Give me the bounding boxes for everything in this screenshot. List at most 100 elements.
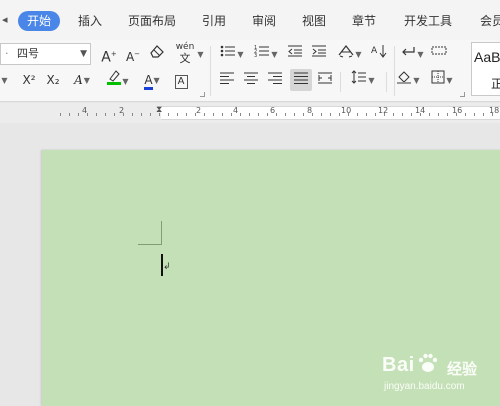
highlighter-icon	[107, 70, 122, 85]
char-shading-label: A	[174, 75, 188, 89]
tab-insert[interactable]: 插入	[78, 11, 102, 31]
ruler-tick	[114, 113, 115, 116]
baidu-logo: Bai	[382, 354, 415, 376]
show-hide-marks-button[interactable]: ▼	[398, 43, 426, 65]
paragraph-mark-icon	[402, 47, 416, 56]
align-right-button[interactable]	[266, 69, 284, 91]
svg-text:3: 3	[254, 53, 257, 58]
horizontal-ruler[interactable]: ⧗ 4 2 2 4 6 8 10 12 14 16 18	[0, 103, 500, 123]
divider	[386, 72, 387, 92]
tab-view[interactable]: 视图	[302, 11, 326, 31]
text-effect-label: A	[74, 73, 83, 87]
chevron-down-icon[interactable]: ▼	[80, 44, 87, 64]
indent-icon	[312, 45, 326, 57]
ruler-tick	[393, 113, 394, 116]
ruler-tick	[186, 113, 187, 116]
numbered-list-icon: 123	[254, 45, 270, 59]
ruler-number: 10	[341, 106, 352, 115]
ruler-tick	[330, 113, 331, 116]
font-size-value: 四号	[17, 47, 39, 60]
tab-review[interactable]: 审阅	[252, 11, 276, 31]
grow-font-button[interactable]: A+	[100, 43, 118, 66]
ruler-tick	[303, 113, 304, 116]
bullet-list-icon	[221, 45, 236, 57]
tab-references[interactable]: 引用	[202, 11, 226, 31]
ruler-tick	[411, 113, 412, 116]
ruler-tick	[159, 113, 160, 116]
align-center-icon	[244, 72, 258, 84]
align-left-button[interactable]	[218, 69, 236, 91]
superscript-button[interactable]: X²	[20, 69, 38, 91]
chevron-down-icon: ▼	[197, 49, 204, 59]
line-spacing-button[interactable]: ▼	[348, 69, 378, 91]
tab-developer-tools[interactable]: 开发工具	[404, 11, 452, 31]
borders-icon	[431, 70, 445, 84]
font-size-select[interactable]: · 四号 ▼	[0, 43, 91, 65]
style-gallery[interactable]: AaB 正	[471, 42, 500, 96]
justify-icon	[294, 72, 308, 84]
paragraph-dialog-launcher-icon[interactable]	[460, 92, 465, 97]
mouse-ibeam-icon: ↲	[163, 262, 171, 272]
subscript-button[interactable]: X₂	[44, 69, 62, 91]
font-size-divider: ·	[5, 47, 9, 60]
ruler-number: 16	[452, 106, 463, 115]
increase-indent-button[interactable]	[310, 43, 328, 65]
text-effect-button[interactable]: A▼	[68, 69, 96, 91]
ruler-tick	[402, 113, 403, 116]
ruler-tick	[222, 113, 223, 116]
watermark-brand: 经验	[447, 360, 478, 378]
clear-format-button[interactable]	[148, 43, 166, 65]
eraser-icon	[150, 45, 164, 58]
font-color-button[interactable]: A▼	[138, 69, 166, 91]
distributed-icon	[318, 72, 332, 84]
ruler-tick	[78, 113, 79, 116]
highlight-color-button[interactable]: ▼	[104, 69, 132, 91]
ruler-tabs-icon	[431, 46, 447, 55]
bullet-list-button[interactable]: ▼	[218, 43, 246, 65]
ruler-tick	[339, 113, 340, 116]
ruler-number: 6	[270, 106, 276, 115]
ruler-tick	[168, 113, 169, 116]
char-shading-button[interactable]: A	[172, 69, 190, 91]
borders-button[interactable]: ▼	[428, 69, 456, 91]
tab-member[interactable]: 会员	[480, 11, 500, 31]
decrease-indent-button[interactable]	[286, 43, 304, 65]
tab-page-layout[interactable]: 页面布局	[128, 11, 176, 31]
align-left-icon	[220, 72, 234, 84]
ruler-number: 4	[233, 106, 239, 115]
distributed-align-button[interactable]	[316, 69, 334, 91]
ruler-tick	[375, 113, 376, 116]
ruler-tick	[276, 113, 277, 116]
pinyin-dropdown[interactable]: ▼	[196, 43, 204, 65]
tab-chapter[interactable]: 章节	[352, 11, 376, 31]
align-center-button[interactable]	[242, 69, 260, 91]
table-tools-button[interactable]	[430, 43, 448, 65]
ruler-tick	[447, 113, 448, 116]
menu-scroll-left-icon[interactable]: ◂	[2, 13, 8, 26]
ruler-tick	[150, 113, 151, 116]
chinese-layout-button[interactable]: ▼	[336, 43, 364, 65]
sort-button[interactable]: A	[370, 43, 388, 65]
bold-dropdown[interactable]: ▼	[0, 69, 8, 91]
font-dialog-launcher-icon[interactable]	[200, 92, 205, 97]
shading-button[interactable]: ▼	[394, 69, 422, 91]
ruler-tick	[60, 113, 61, 116]
grow-font-label: A	[101, 49, 111, 66]
shrink-font-button[interactable]: A−	[124, 43, 142, 65]
pinyin-guide-button[interactable]: wén 文	[174, 42, 196, 64]
numbered-list-button[interactable]: 1 2 3 ▼	[252, 43, 280, 65]
ribbon-toolbar: · 四号 ▼ A+ A− wén 文 ▼ ▼ 1 2 3 ▼ ▼ A ▼ AaB 正 ▼…	[0, 40, 500, 102]
ruler-tick	[267, 113, 268, 116]
line-spacing-icon	[352, 70, 367, 84]
ruler-tick	[420, 113, 421, 116]
tab-start[interactable]: 开始	[18, 11, 61, 31]
outdent-icon	[288, 45, 302, 57]
ruler-tick	[456, 113, 457, 116]
chevron-down-icon: ▼	[83, 75, 90, 85]
ruler-tick	[123, 113, 124, 116]
justify-button[interactable]	[290, 69, 312, 91]
ruler-tick	[366, 113, 367, 116]
ruler-tick	[204, 113, 205, 116]
ruler-tick	[249, 113, 250, 116]
ruler-tick	[96, 113, 97, 116]
